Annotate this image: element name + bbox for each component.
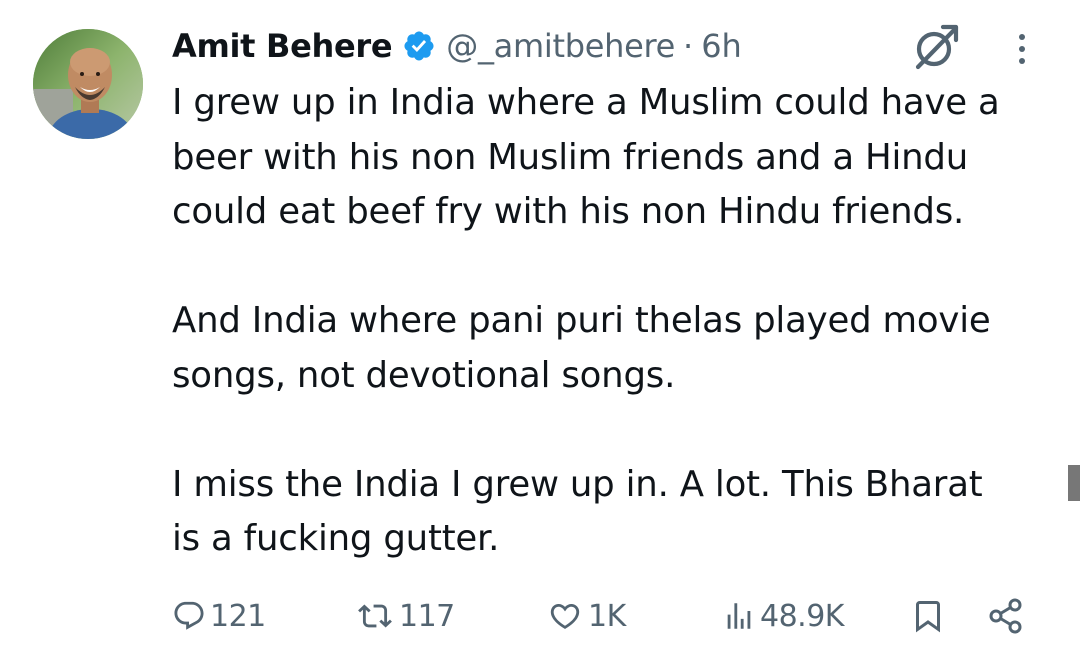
tweet-paragraph: I miss the India I grew up in. A lot. Th… [172,458,1052,567]
tweet-line: is a fucking gutter. [172,518,500,559]
tweet-paragraph: I grew up in India where a Muslim could … [172,76,1052,240]
reply-count: 121 [210,598,266,634]
heart-icon [550,603,580,629]
retweet-count: 117 [399,598,455,634]
views-icon [727,603,751,629]
header-separator: · [683,27,694,65]
tweet-line: And India where pani puri thelas played … [172,300,991,341]
profile-photo-icon [33,29,143,139]
grok-icon[interactable] [910,21,962,73]
bookmark-icon [916,601,940,633]
author-handle[interactable]: @_amitbehere [446,27,675,65]
author-display-name[interactable]: Amit Behere [172,27,393,65]
tweet-text: I grew up in India where a Muslim could … [172,76,1052,567]
tweet-paragraph: And India where pani puri thelas played … [172,294,1052,403]
tweet-actions-bar: 121 117 1K 48.9K [0,594,1080,638]
avatar[interactable] [33,29,143,139]
more-options-icon[interactable] [1010,30,1034,70]
tweet: Amit Behere @_amitbehere · 6h I grew up … [0,0,1080,652]
like-count: 1K [588,598,626,634]
tweet-timestamp[interactable]: 6h [701,27,742,65]
tweet-header: Amit Behere @_amitbehere · 6h [172,22,742,70]
views-button[interactable]: 48.9K [722,594,844,638]
scrollbar-thumb[interactable] [1068,465,1080,501]
tweet-line: songs, not devotional songs. [172,354,676,396]
bookmark-button[interactable] [910,594,946,638]
reply-button[interactable]: 121 [172,594,266,638]
like-button[interactable]: 1K [546,594,626,638]
views-count: 48.9K [760,598,844,634]
share-button[interactable] [986,594,1026,638]
retweet-button[interactable]: 117 [355,594,455,638]
tweet-line: beer with his non Muslim friends and a H… [172,136,969,178]
retweet-icon [358,604,392,628]
reply-icon [174,601,204,630]
tweet-line: could eat beef fry with his non Hindu fr… [172,191,965,232]
verified-badge-icon[interactable] [402,29,436,63]
share-icon [989,598,1022,634]
tweet-line: I grew up in India where a Muslim could … [172,82,1000,123]
tweet-line: I miss the India I grew up in. A lot. Th… [172,463,983,505]
